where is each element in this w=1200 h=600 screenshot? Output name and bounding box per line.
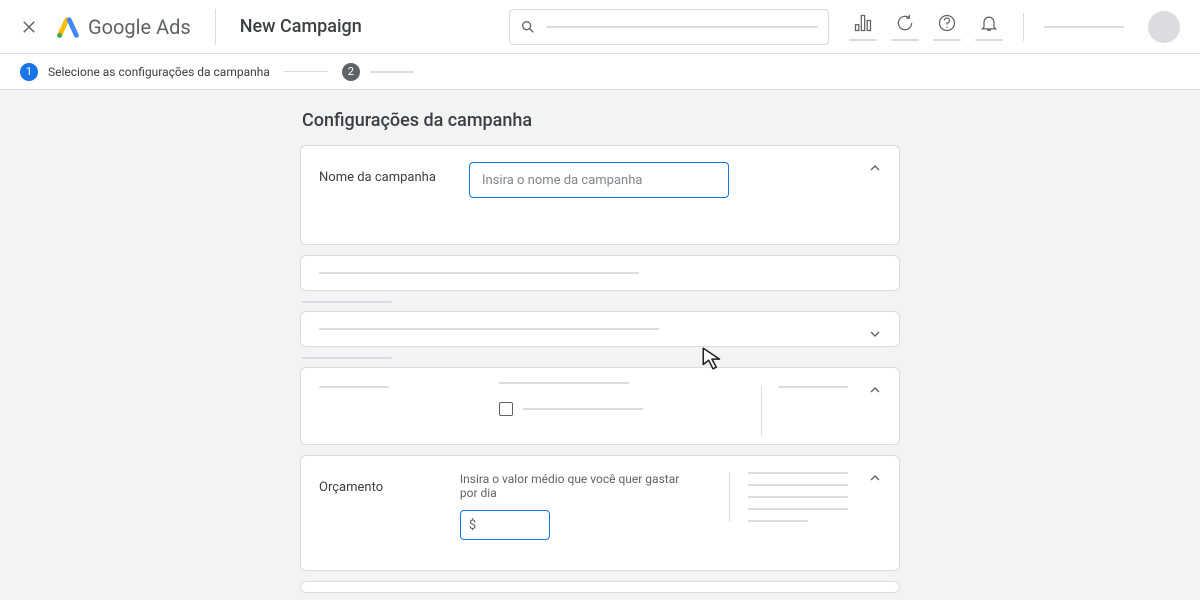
step-1-label: Selecione as configurações da campanha [48,65,270,79]
chevron-up-icon[interactable] [867,160,883,180]
reports-icon[interactable] [849,13,877,41]
app-header: Google Ads New Campaign [0,0,1200,54]
search-icon [520,19,536,35]
google-ads-logo: Google Ads [56,15,191,39]
refresh-icon[interactable] [891,13,919,41]
campaign-name-card: Nome da campanha [300,145,900,245]
header-divider [215,9,216,45]
step-1-badge[interactable]: 1 [20,63,38,81]
close-icon[interactable] [20,18,38,36]
section-subheading-2 [302,357,392,359]
currency-symbol: $ [469,518,476,533]
campaign-name-label: Nome da campanha [319,162,439,185]
chevron-down-icon[interactable] [867,326,883,346]
notifications-icon[interactable] [975,13,1003,41]
main-content: Configurações da campanha Nome da campan… [0,90,1200,600]
avatar[interactable] [1148,11,1180,43]
ads-logo-icon [56,15,80,39]
budget-card: Orçamento Insira o valor médio que você … [300,455,900,571]
budget-label: Orçamento [319,472,430,495]
search-input[interactable] [509,9,829,45]
settings-card-collapsed-3[interactable] [300,581,900,593]
section-title: Configurações da campanha [302,110,900,131]
page-title: New Campaign [240,16,362,37]
stepper: 1 Selecione as configurações da campanha… [0,54,1200,90]
section-subheading-1 [302,301,392,303]
budget-description: Insira o valor médio que você quer gasta… [460,472,700,500]
settings-card-collapsed-1[interactable] [300,255,900,291]
help-icon[interactable] [933,13,961,41]
settings-card-collapsed-2[interactable] [300,311,900,347]
account-label [1044,26,1124,28]
step-2-label [370,71,414,73]
budget-input[interactable]: $ [460,510,550,540]
settings-card-expanded [300,367,900,445]
budget-info-panel [729,472,851,522]
logo-text: Google Ads [88,15,191,39]
checkbox-label [523,408,643,410]
step-2-badge[interactable]: 2 [342,63,360,81]
option-checkbox[interactable] [499,402,513,416]
campaign-name-input[interactable] [469,162,729,198]
chevron-up-icon[interactable] [867,470,883,490]
header-icon-group [849,11,1180,43]
